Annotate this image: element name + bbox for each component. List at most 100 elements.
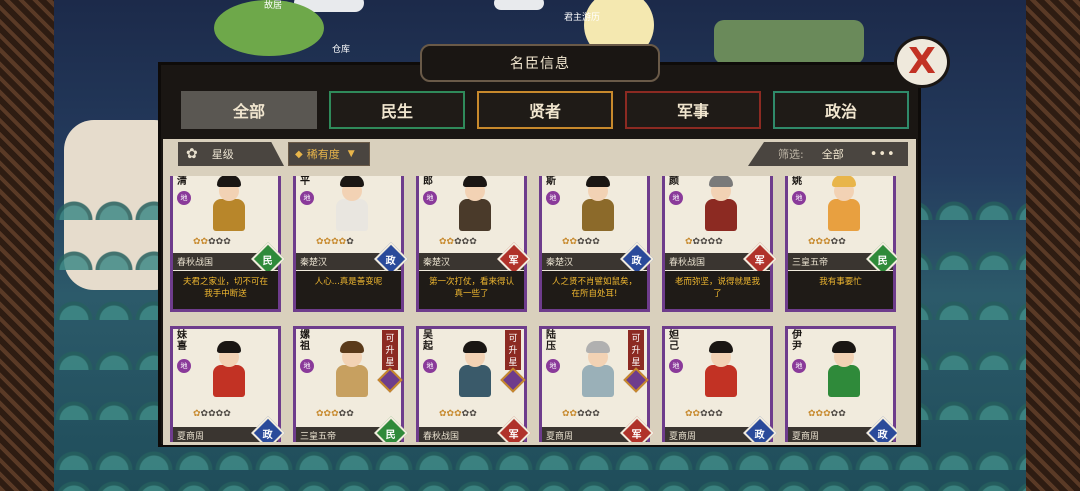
star-icon: ✿ bbox=[700, 237, 708, 247]
minister-card[interactable]: 颜地 ✿✿✿✿✿ 春秋战国 军老而弥坚，说得就是我了 bbox=[662, 176, 777, 312]
tab-livelihood[interactable]: 民生 bbox=[329, 91, 465, 129]
close-icon: X bbox=[908, 41, 936, 82]
star-icon: ✿ bbox=[200, 237, 209, 247]
upgrade-star-tag[interactable]: 可升星 bbox=[627, 329, 645, 371]
minister-name: 颜 bbox=[669, 176, 679, 187]
star-rating: ✿✿✿✿✿ bbox=[562, 237, 600, 247]
era-text: 秦楚汉 bbox=[423, 258, 451, 268]
minister-name: 清 bbox=[177, 176, 187, 187]
star-icon: ✿ bbox=[223, 237, 231, 247]
minister-quote: 人之贤不肖譬如鼠矣，在所自处耳! bbox=[542, 271, 647, 309]
star-icon: ✿ bbox=[446, 237, 455, 247]
star-icon: ✿ bbox=[346, 237, 354, 247]
minister-portrait bbox=[576, 341, 620, 399]
minister-name: 妲己 bbox=[669, 330, 679, 352]
minister-card[interactable]: 斯地 ✿✿✿✿✿ 秦楚汉 政人之贤不肖譬如鼠矣，在所自处耳! bbox=[539, 176, 654, 312]
minister-card[interactable]: 吴起地 ✿✿✿✿✿ 春秋战国 军 可升星 bbox=[416, 326, 531, 442]
minister-name: 郎 bbox=[423, 176, 433, 187]
minister-card[interactable]: 郎地 ✿✿✿✿✿ 秦楚汉 军第一次打仗，看来得认真一些了 bbox=[416, 176, 531, 312]
border-frame-left bbox=[0, 0, 54, 491]
filter-bar: ✿ 星级 ◆ 稀有度 ▼ 筛选: 全部 ••• bbox=[170, 140, 914, 168]
portrait-body bbox=[828, 199, 860, 231]
minister-card[interactable]: 清地 ✿✿✿✿✿ 春秋战国 民夫君之家业，切不可在我手中断送 bbox=[170, 176, 285, 312]
portrait-hair bbox=[217, 176, 241, 187]
close-button[interactable]: X bbox=[894, 36, 950, 88]
portrait-body bbox=[213, 199, 245, 231]
tab-all[interactable]: 全部 bbox=[181, 91, 317, 129]
star-icon: ✿ bbox=[577, 237, 585, 247]
minister-portrait bbox=[330, 176, 374, 233]
portrait-body bbox=[582, 365, 614, 397]
minister-name: 吴起 bbox=[423, 330, 433, 352]
era-text: 夏商周 bbox=[177, 432, 205, 442]
star-icon: ✿ bbox=[692, 237, 701, 247]
border-frame-right bbox=[1026, 0, 1080, 491]
star-icon: ✿ bbox=[446, 409, 455, 419]
map-label: 仓库 bbox=[332, 45, 351, 55]
type-badge-text: 民 bbox=[878, 255, 888, 267]
tab-military[interactable]: 军事 bbox=[625, 91, 761, 129]
star-icon: ✿ bbox=[592, 237, 600, 247]
minister-card[interactable]: 平地 ✿✿✿✿✿ 秦楚汉 政人心...真是善变呢 bbox=[293, 176, 408, 312]
flower-icon: ✿ bbox=[186, 146, 198, 162]
minister-portrait bbox=[576, 176, 620, 233]
rank-badge: 地 bbox=[792, 191, 806, 205]
minister-quote: 人心...真是善变呢 bbox=[296, 271, 401, 309]
portrait-hair bbox=[340, 176, 364, 187]
portrait-body bbox=[705, 199, 737, 231]
star-rating: ✿✿✿✿✿ bbox=[685, 237, 723, 247]
minister-portrait bbox=[699, 176, 743, 233]
portrait-body bbox=[582, 199, 614, 231]
rank-badge: 地 bbox=[423, 191, 437, 205]
minister-portrait bbox=[207, 176, 251, 233]
star-icon: ✿ bbox=[331, 237, 339, 247]
star-sort-label: 星级 bbox=[211, 148, 234, 161]
upgrade-emblem-icon bbox=[623, 367, 649, 393]
star-icon: ✿ bbox=[316, 409, 324, 419]
filter-label: 筛选: bbox=[778, 148, 804, 161]
star-icon: ✿ bbox=[316, 237, 324, 247]
star-icon: ✿ bbox=[692, 409, 701, 419]
type-badge-text: 政 bbox=[263, 429, 273, 441]
tab-sage[interactable]: 贤者 bbox=[477, 91, 613, 129]
star-rating: ✿✿✿✿✿ bbox=[562, 409, 600, 419]
minister-card[interactable]: 妹喜地 ✿✿✿✿✿ 夏商周 政 bbox=[170, 326, 285, 442]
tab-politics[interactable]: 政治 bbox=[773, 91, 909, 129]
portrait-body bbox=[336, 365, 368, 397]
star-rating: ✿✿✿✿✿ bbox=[439, 237, 477, 247]
star-sort-button[interactable]: ✿ 星级 bbox=[178, 142, 284, 166]
era-text: 夏商周 bbox=[792, 432, 820, 442]
star-icon: ✿ bbox=[562, 409, 570, 419]
portrait-hair bbox=[586, 176, 610, 187]
star-rating: ✿✿✿✿✿ bbox=[193, 237, 231, 247]
more-options-icon[interactable]: ••• bbox=[870, 147, 896, 162]
portrait-body bbox=[213, 365, 245, 397]
minister-card[interactable]: 妲己地 ✿✿✿✿✿ 夏商周 政 bbox=[662, 326, 777, 442]
minister-card[interactable]: 伊尹地 ✿✿✿✿✿ 夏商周 政 bbox=[785, 326, 897, 442]
rank-badge: 地 bbox=[546, 191, 560, 205]
era-text: 夏商周 bbox=[669, 432, 697, 442]
portrait-hair bbox=[340, 341, 364, 353]
portrait-hair bbox=[709, 341, 733, 353]
rank-badge: 地 bbox=[300, 191, 314, 205]
star-icon: ✿ bbox=[331, 409, 339, 419]
star-rating: ✿✿✿✿✿ bbox=[808, 409, 846, 419]
minister-card[interactable]: 姚地 ✿✿✿✿✿ 三皇五帝 民我有事要忙 bbox=[785, 176, 897, 312]
star-icon: ✿ bbox=[838, 237, 846, 247]
rarity-sort-dropdown[interactable]: ◆ 稀有度 ▼ bbox=[288, 142, 370, 166]
filter-selector[interactable]: 筛选: 全部 ••• bbox=[748, 142, 908, 166]
minister-card[interactable]: 陆压地 ✿✿✿✿✿ 夏商周 军 可升星 bbox=[539, 326, 654, 442]
portrait-hair bbox=[463, 176, 487, 187]
type-badge-text: 军 bbox=[509, 429, 519, 441]
portrait-body bbox=[459, 365, 491, 397]
upgrade-star-tag[interactable]: 可升星 bbox=[381, 329, 399, 371]
category-tabs: 全部 民生 贤者 军事 政治 bbox=[181, 91, 909, 129]
minister-name: 斯 bbox=[546, 176, 556, 187]
minister-name: 妹喜 bbox=[177, 330, 187, 352]
island-fortress[interactable] bbox=[714, 20, 864, 64]
upgrade-star-tag[interactable]: 可升星 bbox=[504, 329, 522, 371]
minister-card[interactable]: 嫘祖地 ✿✿✿✿✿ 三皇五帝 民 可升星 bbox=[293, 326, 408, 442]
portrait-hair bbox=[217, 341, 241, 353]
era-text: 三皇五帝 bbox=[792, 258, 829, 268]
minister-portrait bbox=[453, 341, 497, 399]
